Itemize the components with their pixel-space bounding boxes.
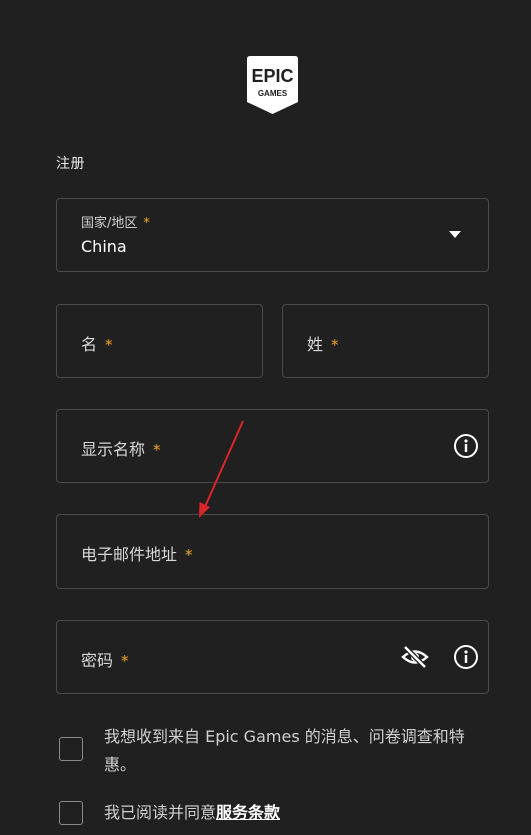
- required-mark: *: [105, 336, 113, 354]
- terms-checkbox[interactable]: [59, 801, 83, 825]
- country-label-text: 国家/地区: [81, 216, 138, 231]
- epic-games-logo-icon: EPIC GAMES: [247, 56, 298, 114]
- country-value: China: [81, 237, 127, 256]
- email-label: 电子邮件地址 *: [81, 541, 193, 565]
- required-mark: *: [153, 441, 161, 459]
- display-name-label: 显示名称 *: [81, 436, 161, 460]
- marketing-checkbox[interactable]: [59, 737, 83, 761]
- first-name-label-text: 名: [81, 335, 98, 354]
- terms-prefix-text: 我已阅读并同意: [104, 803, 217, 822]
- last-name-label: 姓 *: [307, 331, 339, 355]
- required-mark: *: [121, 652, 129, 670]
- last-name-field[interactable]: 姓 *: [282, 304, 489, 378]
- country-label: 国家/地区 *: [81, 212, 150, 231]
- last-name-label-text: 姓: [307, 335, 324, 354]
- info-icon[interactable]: [453, 433, 479, 459]
- display-name-field[interactable]: 显示名称 *: [56, 409, 489, 483]
- epic-games-logo: EPIC GAMES: [247, 56, 298, 114]
- password-label-text: 密码: [81, 651, 114, 670]
- email-label-text: 电子邮件地址: [81, 545, 178, 564]
- terms-of-service-link[interactable]: 服务条款: [216, 803, 280, 822]
- eye-off-icon[interactable]: [401, 644, 429, 670]
- required-mark: *: [185, 546, 193, 564]
- required-mark: *: [143, 216, 150, 231]
- first-name-field[interactable]: 名 *: [56, 304, 263, 378]
- chevron-down-icon[interactable]: [447, 226, 463, 242]
- logo-epic-text: EPIC: [251, 66, 293, 86]
- country-select[interactable]: 国家/地区 * China: [56, 198, 489, 272]
- email-field[interactable]: 电子邮件地址 *: [56, 514, 489, 589]
- password-field[interactable]: 密码 *: [56, 620, 489, 694]
- password-label: 密码 *: [81, 647, 129, 671]
- logo-games-text: GAMES: [258, 89, 288, 98]
- terms-consent-text: 我已阅读并同意服务条款: [104, 799, 280, 827]
- required-mark: *: [331, 336, 339, 354]
- display-name-label-text: 显示名称: [81, 440, 146, 459]
- first-name-label: 名 *: [81, 331, 113, 355]
- page-title: 注册: [56, 156, 85, 172]
- info-icon[interactable]: [453, 644, 479, 670]
- marketing-consent-text: 我想收到来自 Epic Games 的消息、问卷调查和特惠。: [104, 727, 465, 774]
